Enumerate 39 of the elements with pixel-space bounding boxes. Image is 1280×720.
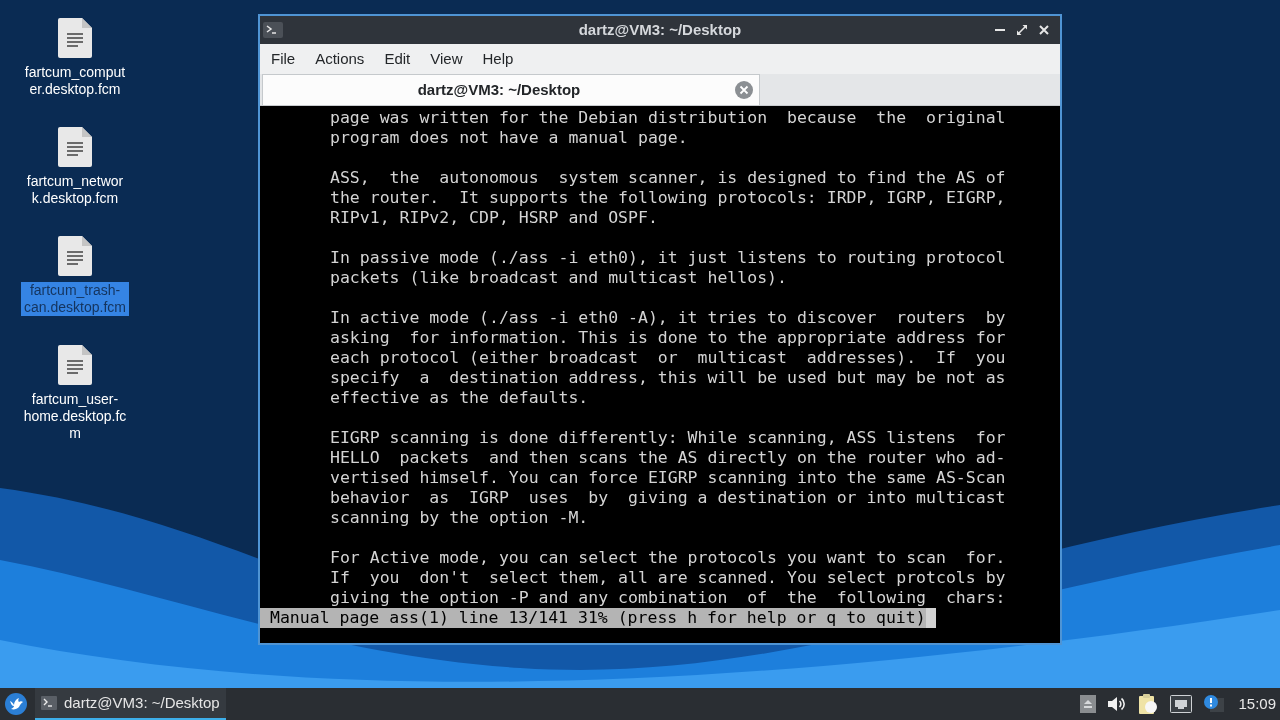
menu-item[interactable]: File	[261, 45, 306, 73]
menu-item[interactable]: View	[420, 45, 473, 73]
man-page-paragraph: page was written for the Debian distribution because the original program does not have a manual page.	[330, 108, 1006, 148]
bird-logo-icon	[5, 693, 27, 715]
document-icon[interactable]	[58, 345, 92, 385]
file-name-label[interactable]: fartcum_comput er.desktop.fcm	[21, 64, 129, 98]
terminal-tab[interactable]: dartz@VM3: ~/Desktop	[262, 74, 760, 105]
tab-title: dartz@VM3: ~/Desktop	[416, 79, 582, 100]
terminal-icon	[263, 22, 283, 38]
taskbar-window-title: dartz@VM3: ~/Desktop	[64, 692, 220, 713]
alert-icon[interactable]	[1204, 695, 1225, 713]
document-icon[interactable]	[58, 18, 92, 58]
document-icon[interactable]	[58, 236, 92, 276]
man-page-paragraph: EIGRP scanning is done differently: While scanning, ASS listens for HELLO packets and then scans the AS directly on the router who ad- vertised himself. You can force EIGRP scanning into the same AS-Scan behavior as IGRP uses by giving a destination or into multicast scanning by the option -M.	[330, 428, 1006, 528]
taskbar-window-button[interactable]: dartz@VM3: ~/Desktop	[35, 688, 226, 720]
menu-item[interactable]: Help	[472, 45, 524, 73]
expand-arrows-icon	[1017, 25, 1027, 35]
tab-close-button[interactable]	[735, 81, 753, 99]
terminal-icon	[41, 696, 57, 710]
menu-item[interactable]: Edit	[374, 45, 421, 73]
man-page-paragraph: ASS, the autonomous system scanner, is designed to find the AS of the router. It supports the following protocols: IRDP, IGRP, EIGRP, RIPv1, RIPv2, CDP, HSRP and OSPF.	[330, 168, 1006, 228]
window-title: dartz@VM3: ~/Desktop	[578, 19, 742, 40]
close-icon	[735, 81, 753, 99]
man-page-paragraph: In passive mode (./ass -i eth0), it just listens to routing protocol packets (like broadcast and multicast hellos).	[330, 248, 1006, 288]
document-icon[interactable]	[58, 127, 92, 167]
menu-item[interactable]: Actions	[305, 45, 375, 73]
clock[interactable]: 15:09	[1238, 692, 1276, 716]
speaker-icon[interactable]	[1108, 696, 1127, 712]
man-page-paragraph: In active mode (./ass -i eth0 -A), it tries to discover routers by asking for information. This is done to the appropriate address for each protocol (either broadcast or multicast addresses). If you specify a destination address, this will be used but may be not as effective as the defaults.	[330, 308, 1006, 408]
minimize-icon	[995, 29, 1005, 31]
clipboard-icon[interactable]	[1138, 694, 1159, 714]
close-icon	[1039, 25, 1049, 35]
app-menu-button[interactable]	[3, 690, 29, 718]
network-port-icon[interactable]	[1170, 695, 1193, 713]
eject-icon[interactable]	[1080, 695, 1097, 713]
man-page-paragraph: For Active mode, you can select the protocols you want to scan for. If you don't select them, all are scanned. You select protcols by giving the option -P and any combination of the following chars:	[330, 548, 1006, 608]
cursor-icon	[925, 608, 936, 628]
file-name-label[interactable]: fartcum_user- home.desktop.fc m	[20, 391, 130, 442]
file-name-label[interactable]: fartcum_networ k.desktop.fcm	[23, 173, 127, 207]
